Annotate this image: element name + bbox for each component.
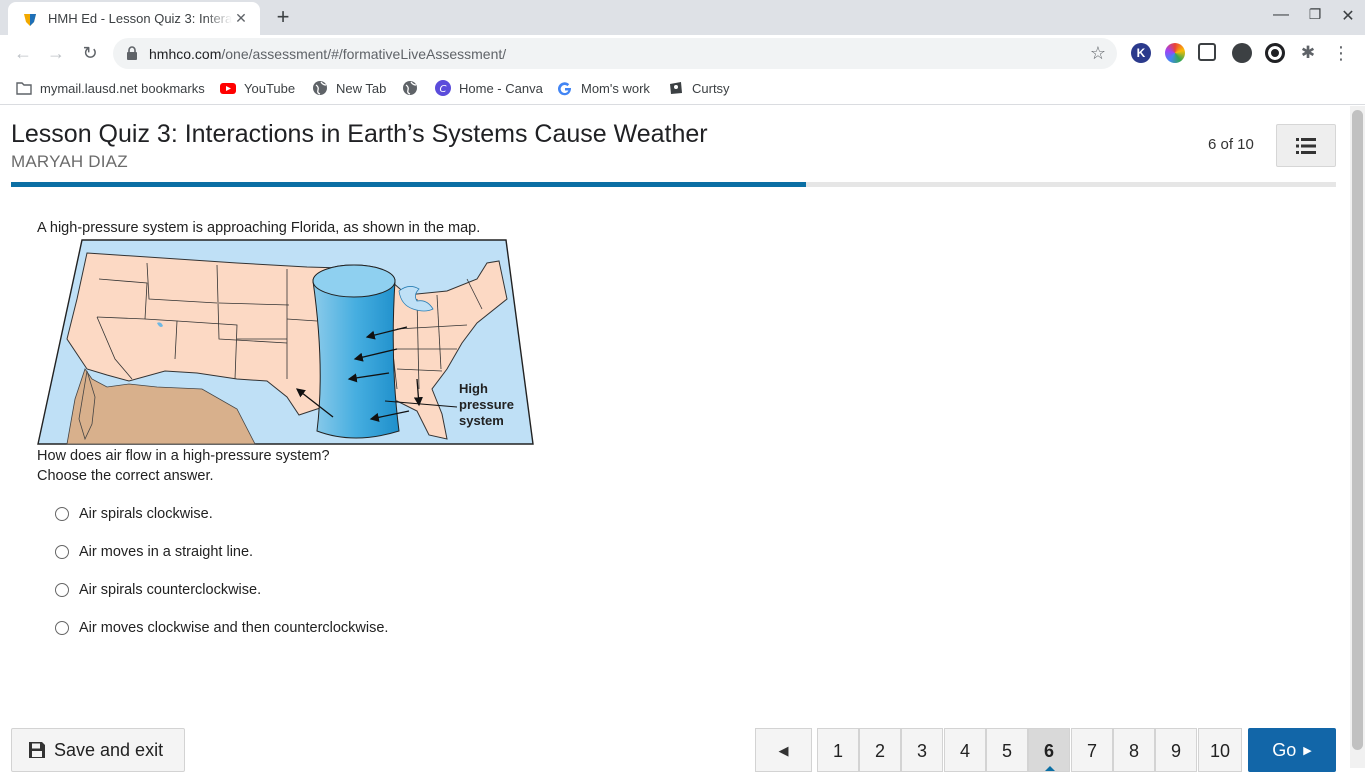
previous-question-button[interactable]: ◀ (755, 728, 812, 772)
answer-choice-4[interactable]: Air moves clockwise and then countercloc… (55, 620, 388, 636)
reload-icon[interactable]: ↻ (78, 41, 102, 65)
globe-icon (313, 81, 327, 95)
page-button-4[interactable]: 4 (944, 728, 986, 772)
map-label-line-3: system (459, 413, 504, 428)
page-button-9[interactable]: 9 (1155, 728, 1197, 772)
globe-icon (403, 81, 417, 95)
extensions-puzzle-icon[interactable]: ✱ (1298, 43, 1318, 63)
page-button-3[interactable]: 3 (901, 728, 943, 772)
bookmark-youtube[interactable]: YouTube (220, 80, 295, 96)
tab-title: HMH Ed - Lesson Quiz 3: Interactions in … (48, 11, 232, 26)
map-label-line-2: pressure (459, 397, 514, 412)
minimize-icon[interactable]: — (1270, 6, 1292, 24)
save-icon (29, 742, 45, 758)
tab-close-icon[interactable]: ✕ (232, 10, 250, 27)
page-button-8[interactable]: 8 (1113, 728, 1155, 772)
save-and-exit-button[interactable]: Save and exit (11, 728, 185, 772)
canva-icon: C (435, 80, 451, 96)
progress-fill (11, 182, 806, 187)
bookmark-folder-lausd[interactable]: mymail.lausd.net bookmarks (16, 80, 205, 96)
play-arrow-icon: ▶ (1303, 744, 1312, 757)
page-button-1[interactable]: 1 (817, 728, 859, 772)
lock-icon (127, 46, 137, 60)
bookmarks-bar: mymail.lausd.net bookmarks YouTube New T… (0, 72, 1365, 105)
page-button-7[interactable]: 7 (1071, 728, 1113, 772)
bookmark-new-tab[interactable]: New Tab (312, 80, 386, 96)
assessment-page: Lesson Quiz 3: Interactions in Earth’s S… (0, 106, 1365, 772)
student-name: MARYAH DIAZ (11, 152, 128, 171)
back-icon[interactable]: ← (11, 41, 35, 65)
question-instruction: Choose the correct answer. (37, 468, 214, 484)
radio-button[interactable] (55, 507, 69, 521)
choice-label: Air moves in a straight line. (79, 544, 254, 560)
go-button[interactable]: Go ▶ (1248, 728, 1336, 772)
hmh-favicon-icon (24, 13, 36, 26)
page-title: Lesson Quiz 3: Interactions in Earth’s S… (11, 120, 708, 148)
restore-icon[interactable]: ❐ (1304, 6, 1326, 23)
page-button-10[interactable]: 10 (1198, 728, 1242, 772)
extension-circle-icon[interactable] (1265, 43, 1285, 63)
scrollbar-thumb[interactable] (1352, 110, 1363, 750)
extension-k-icon[interactable]: K (1131, 43, 1151, 63)
page-button-6[interactable]: 6 (1028, 728, 1070, 772)
curtsy-icon (670, 82, 682, 94)
google-icon (558, 82, 571, 96)
choice-label: Air moves clockwise and then countercloc… (79, 620, 389, 636)
radio-button[interactable] (55, 545, 69, 559)
close-window-icon[interactable]: ✕ (1337, 6, 1359, 26)
tab-strip: HMH Ed - Lesson Quiz 3: Interactions in … (0, 0, 1365, 35)
question-list-button[interactable] (1276, 124, 1336, 167)
question-counter: 6 of 10 (1208, 136, 1254, 153)
bookmark-curtsy[interactable]: Curtsy (668, 80, 730, 96)
progress-bar (11, 182, 1336, 187)
extension-notes-icon[interactable] (1198, 43, 1216, 61)
radio-button[interactable] (55, 583, 69, 597)
page-button-2[interactable]: 2 (859, 728, 901, 772)
address-bar[interactable]: hmhco.com/one/assessment/#/formativeLive… (113, 38, 1117, 69)
new-tab-icon[interactable]: + (271, 5, 295, 29)
bookmark-globe[interactable] (402, 80, 426, 96)
question-stem: How does air flow in a high-pressure sys… (37, 448, 330, 464)
bookmark-star-icon[interactable]: ☆ (1090, 43, 1106, 64)
list-icon (1296, 137, 1316, 154)
bookmark-canva[interactable]: C Home - Canva (435, 80, 543, 96)
bookmark-moms-work[interactable]: Mom's work (557, 80, 650, 96)
browser-tab[interactable]: HMH Ed - Lesson Quiz 3: Interactions in … (8, 2, 260, 35)
browser-toolbar: ← → ↻ hmhco.com/one/assessment/#/formati… (0, 35, 1365, 72)
map-label-line-1: High (459, 381, 488, 396)
url-text: hmhco.com/one/assessment/#/formativeLive… (149, 46, 507, 62)
extension-shield-icon[interactable] (1232, 43, 1252, 63)
folder-icon (16, 82, 32, 95)
answer-choice-1[interactable]: Air spirals clockwise. (55, 506, 213, 522)
choice-label: Air spirals clockwise. (79, 506, 213, 522)
extension-color-icon[interactable] (1165, 43, 1185, 63)
answer-choice-3[interactable]: Air spirals counterclockwise. (55, 582, 261, 598)
answer-choice-2[interactable]: Air moves in a straight line. (55, 544, 253, 560)
browser-menu-icon[interactable]: ⋮ (1331, 43, 1351, 63)
youtube-icon (220, 83, 236, 94)
question-prompt: A high-pressure system is approaching Fl… (37, 220, 481, 236)
forward-icon[interactable]: → (44, 41, 68, 65)
radio-button[interactable] (55, 621, 69, 635)
high-pressure-map-image: High pressure system (37, 239, 534, 445)
svg-text:C: C (440, 84, 447, 95)
question-text: How does air flow in a high-pressure sys… (37, 446, 330, 486)
choice-label: Air spirals counterclockwise. (79, 582, 262, 598)
page-button-5[interactable]: 5 (986, 728, 1028, 772)
